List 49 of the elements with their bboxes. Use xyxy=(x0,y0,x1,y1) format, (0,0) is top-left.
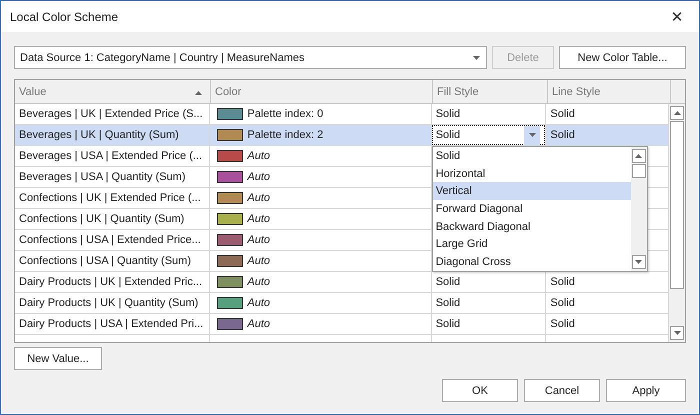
dropdown-arrow-icon xyxy=(473,56,480,60)
new-color-table-button[interactable]: New Color Table... xyxy=(559,46,686,69)
up-arrow-icon xyxy=(674,111,680,115)
dropdown-item[interactable]: Large Grid xyxy=(432,235,631,254)
dropdown-item[interactable]: Diagonal Cross xyxy=(432,253,631,271)
color-label: Auto xyxy=(247,276,270,288)
table-row[interactable]: Dairy Products | UK | Extended Pric... Auto Solid Solid xyxy=(15,272,669,293)
up-arrow-icon xyxy=(635,154,642,158)
dialog-button[interactable]: Apply xyxy=(606,379,686,402)
sort-arrow-icon xyxy=(195,90,202,94)
color-label: Auto xyxy=(247,297,270,309)
close-button[interactable]: ✕ xyxy=(655,1,699,32)
color-label: Auto xyxy=(247,255,270,267)
new-value-button[interactable]: New Value... xyxy=(14,347,102,370)
dropdown-item[interactable]: Horizontal xyxy=(432,164,631,182)
scroll-up-button[interactable] xyxy=(670,106,684,120)
table-row[interactable]: Dairy Products | USA | Extended Pri... Auto Solid Solid xyxy=(15,314,669,335)
dialog-button[interactable]: OK xyxy=(442,379,518,402)
column-header[interactable]: Line Style xyxy=(548,80,671,103)
scroll-thumb[interactable] xyxy=(632,164,646,178)
table-row[interactable]: Dairy Products | UK | Quantity (Sum) Auto Solid Solid xyxy=(15,293,669,314)
scroll-down-button[interactable] xyxy=(632,255,646,269)
color-label: Auto xyxy=(247,192,270,204)
column-header[interactable]: Value xyxy=(15,80,211,103)
dropdown-scrollbar[interactable] xyxy=(630,147,647,271)
color-label: Auto xyxy=(247,171,270,183)
table-row[interactable]: Beverages | UK | Extended Price (S... Palette index: 0 Solid Solid xyxy=(15,104,669,125)
dropdown-button[interactable] xyxy=(524,126,540,144)
column-header[interactable]: Color xyxy=(211,80,433,103)
down-arrow-icon xyxy=(674,331,680,335)
color-label: Palette index: 2 xyxy=(247,129,324,141)
data-source-dropdown[interactable]: Data Source 1: CategoryName | Country | MeasureNames xyxy=(14,46,487,69)
dropdown-item[interactable]: Solid xyxy=(432,147,631,165)
dialog-button[interactable]: Cancel xyxy=(524,379,600,402)
column-header[interactable]: Fill Style xyxy=(433,80,548,103)
down-arrow-icon xyxy=(635,260,642,264)
color-label: Palette index: 0 xyxy=(247,108,324,120)
fill-style-dropdown[interactable]: Solid xyxy=(432,125,546,145)
color-label: Auto xyxy=(247,150,270,162)
scroll-up-button[interactable] xyxy=(632,149,646,163)
scroll-down-button[interactable] xyxy=(670,326,684,340)
window-title: Local Color Scheme xyxy=(10,10,118,24)
table-scrollbar[interactable] xyxy=(669,104,685,342)
scroll-thumb[interactable] xyxy=(670,121,684,289)
dropdown-item[interactable]: Vertical xyxy=(432,182,631,200)
color-label: Auto xyxy=(247,318,270,330)
caret-icon xyxy=(528,133,536,137)
color-label: Auto xyxy=(247,213,270,225)
color-label: Auto xyxy=(247,234,270,246)
